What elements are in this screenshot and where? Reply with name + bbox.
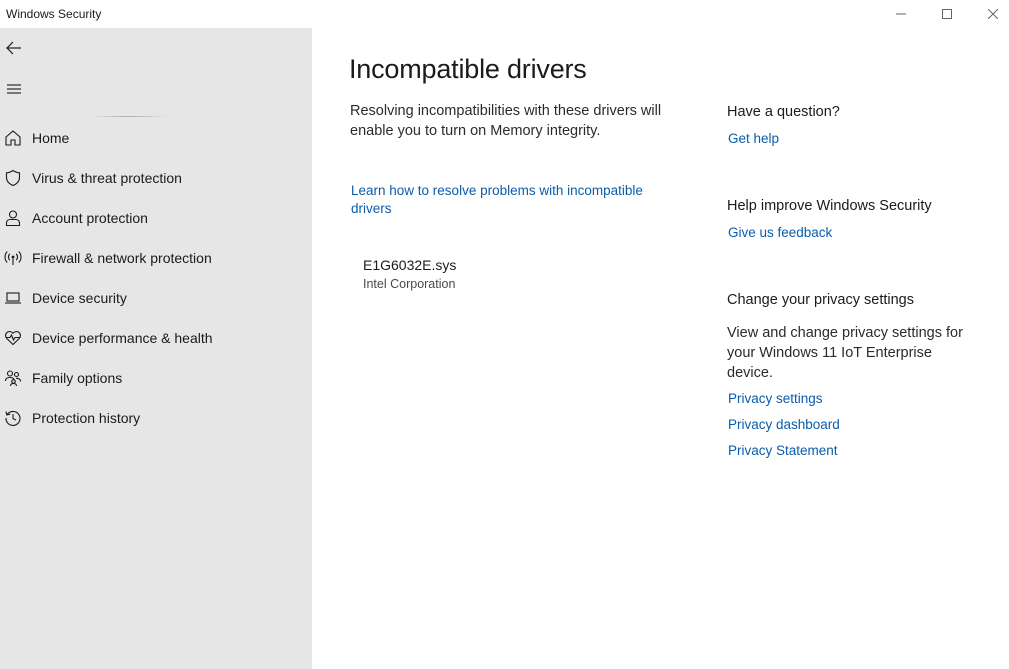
laptop-icon: [2, 287, 24, 309]
hamburger-icon: [7, 84, 21, 94]
sidebar-item-label: Device performance & health: [32, 330, 213, 346]
title-bar: Windows Security: [0, 0, 1009, 28]
sidebar-item-label: Virus & threat protection: [32, 170, 182, 186]
feedback-link[interactable]: Give us feedback: [728, 225, 832, 240]
history-icon: [2, 407, 24, 429]
windows-security-window: Windows Security Home Virus & threat pro…: [0, 0, 1009, 669]
maximize-icon: [942, 9, 952, 19]
app-title: Windows Security: [6, 7, 102, 21]
antenna-icon: [2, 247, 24, 269]
privacy-heading: Change your privacy settings: [727, 292, 914, 308]
privacy-description: View and change privacy settings for you…: [727, 325, 963, 381]
learn-more-link[interactable]: Learn how to resolve problems with incom…: [351, 182, 681, 218]
improve-heading: Help improve Windows Security: [727, 198, 932, 214]
get-help-link[interactable]: Get help: [728, 131, 779, 146]
sidebar-item-label: Device security: [32, 290, 127, 306]
driver-name: E1G6032E.sys: [363, 257, 457, 273]
sidebar-item-home[interactable]: Home: [0, 118, 312, 158]
privacy-statement-link[interactable]: Privacy Statement: [728, 443, 838, 458]
family-icon: [2, 367, 24, 389]
home-icon: [2, 127, 24, 149]
close-icon: [988, 9, 998, 19]
privacy-settings-link[interactable]: Privacy settings: [728, 391, 823, 406]
sidebar-item-label: Home: [32, 130, 70, 146]
sidebar-item-label: Firewall & network protection: [32, 250, 212, 266]
back-arrow-icon: [6, 41, 21, 55]
menu-toggle-button[interactable]: [0, 75, 34, 103]
heart-pulse-icon: [2, 327, 24, 349]
page-title: Incompatible drivers: [349, 54, 587, 84]
minimize-icon: [896, 13, 906, 15]
minimize-button[interactable]: [878, 0, 924, 28]
sidebar-item-device-performance[interactable]: Device performance & health: [0, 318, 312, 358]
sidebar-item-device-security[interactable]: Device security: [0, 278, 312, 318]
sidebar-item-label: Account protection: [32, 210, 148, 226]
sidebar-nav: Home Virus & threat protection Account p…: [0, 118, 312, 438]
sidebar-item-account-protection[interactable]: Account protection: [0, 198, 312, 238]
privacy-dashboard-link[interactable]: Privacy dashboard: [728, 417, 840, 432]
sidebar-item-label: Protection history: [32, 410, 141, 426]
person-icon: [2, 207, 24, 229]
driver-list-item[interactable]: E1G6032E.sys Intel Corporation: [363, 255, 663, 293]
sidebar-item-family-options[interactable]: Family options: [0, 358, 312, 398]
intro-text: Resolving incompatibilities with these d…: [350, 103, 662, 139]
sidebar-item-virus-threat[interactable]: Virus & threat protection: [0, 158, 312, 198]
sidebar-item-label: Family options: [32, 370, 123, 386]
sidebar-divider: [90, 116, 168, 117]
back-button[interactable]: [0, 34, 34, 62]
sidebar-item-firewall[interactable]: Firewall & network protection: [0, 238, 312, 278]
question-heading: Have a question?: [727, 104, 840, 120]
sidebar-item-protection-history[interactable]: Protection history: [0, 398, 312, 438]
shield-icon: [2, 167, 24, 189]
maximize-button[interactable]: [924, 0, 970, 28]
driver-vendor: Intel Corporation: [363, 277, 456, 291]
close-button[interactable]: [970, 0, 1009, 28]
